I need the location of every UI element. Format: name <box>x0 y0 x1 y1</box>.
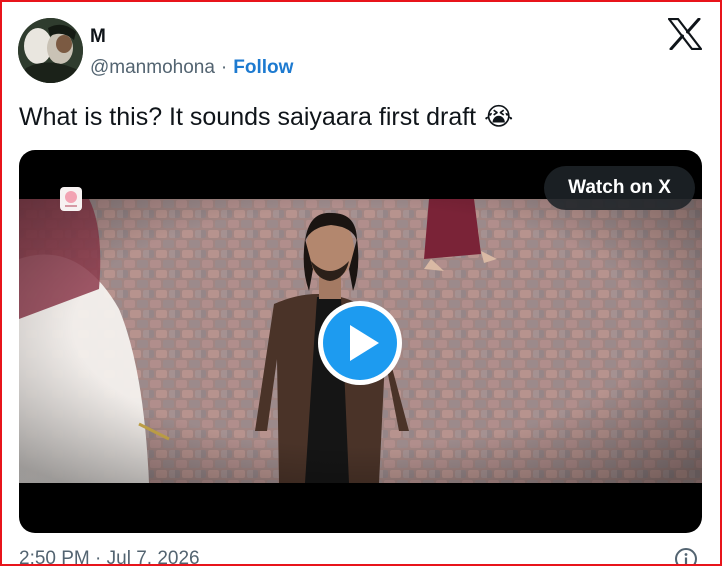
follow-button[interactable]: Follow <box>233 57 293 78</box>
separator-dot: · <box>220 57 228 78</box>
watch-on-x-button[interactable]: Watch on X <box>544 166 695 210</box>
handle-row: @manmohona · Follow <box>90 57 293 79</box>
x-logo-icon[interactable] <box>667 17 703 51</box>
tweet-timestamp[interactable]: 2:50 PM · Jul 7, 2026 <box>19 547 200 564</box>
tweet-text: What is this? It sounds saiyaara first d… <box>19 102 513 132</box>
avatar[interactable] <box>18 18 83 83</box>
author-name[interactable]: M <box>90 26 106 48</box>
tweet-embed: M @manmohona · Follow What is this? It sou… <box>0 0 722 566</box>
author-handle[interactable]: @manmohona <box>90 57 215 78</box>
info-icon[interactable] <box>674 547 698 564</box>
channel-logo-icon <box>60 187 82 211</box>
play-icon[interactable] <box>315 298 405 388</box>
crying-face-emoji: 😭 <box>484 103 514 131</box>
tweet-body: What is this? It sounds saiyaara first d… <box>19 103 477 131</box>
